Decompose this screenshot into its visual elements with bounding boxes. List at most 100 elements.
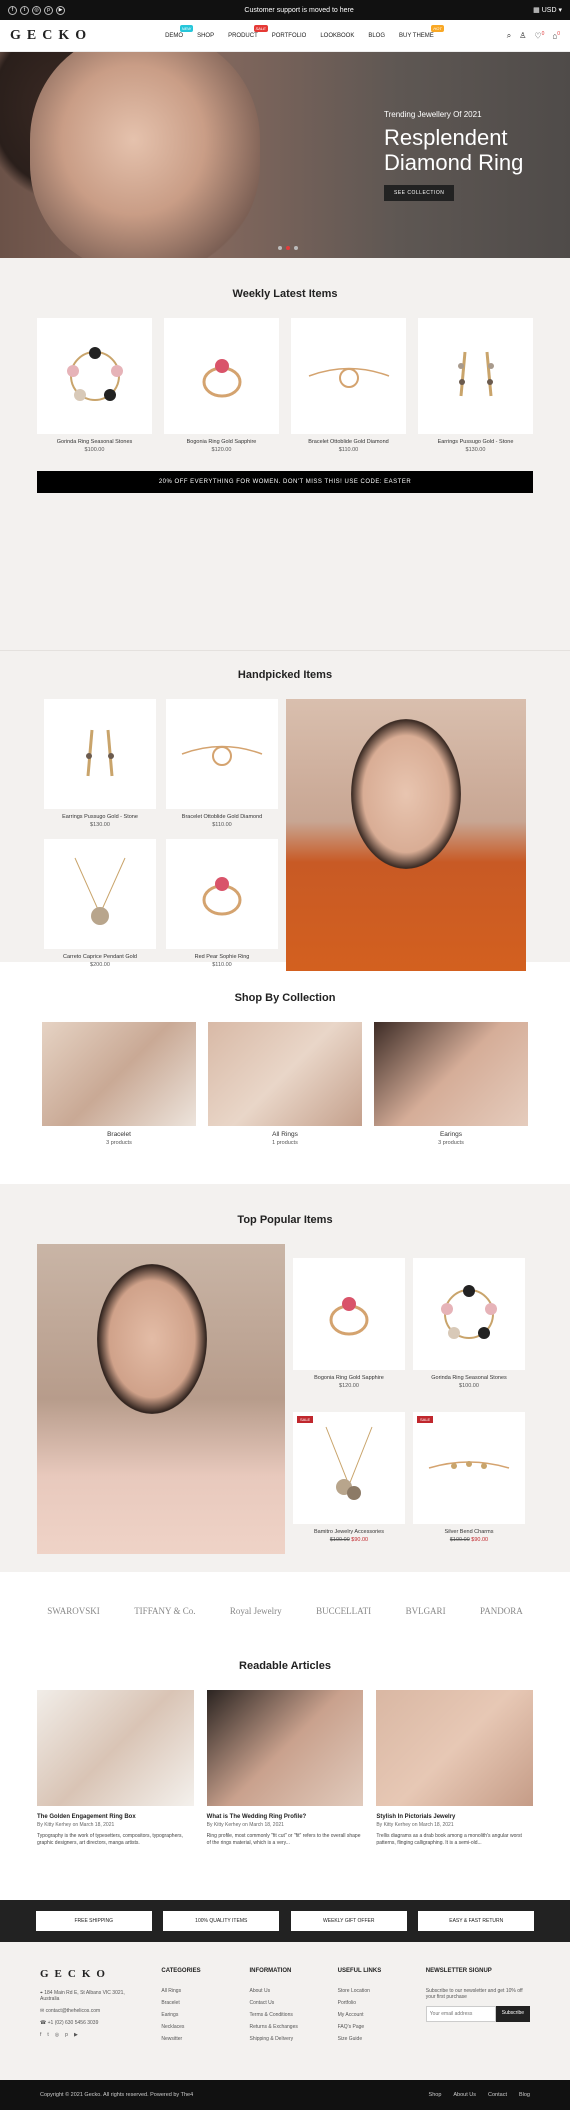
footer-link[interactable]: Shipping & Delivery [250, 2036, 308, 2042]
subscribe-button[interactable]: Subscribe [495, 2006, 531, 2022]
product-card[interactable]: Bracelet Ottoblide Gold Diamond $110.00 [291, 318, 406, 453]
collection-image[interactable] [42, 1022, 196, 1126]
product-image[interactable] [44, 839, 156, 949]
product-name[interactable]: Bogonia Ring Gold Sapphire [293, 1375, 405, 1381]
footer-link[interactable]: Newsitter [161, 2036, 219, 2042]
article-image[interactable] [206, 1690, 364, 1806]
product-card[interactable]: Gorinda Ring Seasonal Stones $100.00 [413, 1258, 525, 1400]
article-image[interactable] [376, 1690, 534, 1806]
footer-link[interactable]: FAQ's Page [338, 2024, 396, 2030]
footer-link[interactable]: Earings [161, 2012, 219, 2018]
footer-link[interactable]: Size Guide [338, 2036, 396, 2042]
product-name[interactable]: Earrings Pussugo Gold - Stone [418, 439, 533, 445]
product-card[interactable]: Red Pear Sophie Ring $110.00 [166, 839, 278, 971]
article-image[interactable] [37, 1690, 194, 1806]
collection-card[interactable]: Bracelet 3 products [42, 1022, 196, 1146]
product-image[interactable] [413, 1258, 525, 1370]
pinterest-icon[interactable]: p [65, 2032, 68, 2038]
search-icon[interactable]: ⌕ [507, 31, 511, 41]
article-title[interactable]: Stylish In Pictorials Jewelry [376, 1814, 533, 1820]
footer-bottom-link[interactable]: About Us [453, 2092, 476, 2098]
article-card[interactable]: The Golden Engagement Ring Box By Kitty … [37, 1690, 194, 1847]
promo-banner[interactable]: 20% OFF EVERYTHING FOR WOMEN. DON'T MISS… [37, 471, 533, 493]
brand-logo-swarovski[interactable]: SWAROVSKI [47, 1606, 100, 1616]
product-name[interactable]: Gorinda Ring Seasonal Stones [37, 439, 152, 445]
article-card[interactable]: What is The Wedding Ring Profile? By Kit… [206, 1690, 364, 1847]
product-card[interactable]: SALE Silver Bend Charms $100.00 $90.00 [413, 1412, 525, 1554]
article-title[interactable]: What is The Wedding Ring Profile? [207, 1814, 364, 1820]
product-name[interactable]: Bracelet Ottoblide Gold Diamond [166, 814, 278, 820]
facebook-icon[interactable]: f [40, 2032, 41, 2038]
nav-item-blog[interactable]: BLOG [368, 33, 385, 39]
footer-link[interactable]: About Us [250, 1988, 308, 1994]
collection-image[interactable] [374, 1022, 528, 1126]
footer-link[interactable]: Contact Us [250, 2000, 308, 2006]
footer-link[interactable]: All Rings [161, 1988, 219, 1994]
footer-bottom-link[interactable]: Blog [519, 2092, 530, 2098]
article-card[interactable]: Stylish In Pictorials Jewelry By Kitty K… [376, 1690, 534, 1847]
product-image[interactable] [37, 318, 152, 434]
nav-item-buy-theme[interactable]: BUY THEME HOT [399, 24, 444, 39]
footer-bottom-link[interactable]: Shop [429, 2092, 442, 2098]
product-image[interactable] [164, 318, 279, 434]
collection-image[interactable] [208, 1022, 362, 1126]
footer-link[interactable]: Returns & Exchanges [250, 2024, 308, 2030]
product-image[interactable] [418, 318, 533, 434]
collection-name[interactable]: All Rings [208, 1131, 362, 1138]
brand-logo-royal-jewelry[interactable]: Royal Jewelry [230, 1606, 282, 1616]
product-card[interactable]: Carreto Caprice Pendant Gold $200.00 [44, 839, 156, 971]
product-name[interactable]: Red Pear Sophie Ring [166, 954, 278, 960]
product-card[interactable]: Earrings Pussugo Gold - Stone $130.00 [44, 699, 156, 831]
product-image[interactable]: SALE [413, 1412, 525, 1524]
brand-logo-tiffany[interactable]: TIFFANY & Co. [134, 1606, 195, 1616]
instagram-icon[interactable]: ◎ [32, 5, 41, 15]
nav-item-demo[interactable]: DEMO NEW [165, 24, 194, 39]
product-card[interactable]: Bogonia Ring Gold Sapphire $120.00 [164, 318, 279, 453]
wishlist-icon[interactable]: ♡0 [534, 31, 544, 41]
product-card[interactable]: Bogonia Ring Gold Sapphire $120.00 [293, 1258, 405, 1400]
footer-phone[interactable]: ☎ +1 (02) 630 5456 3039 [40, 2020, 131, 2026]
product-image[interactable] [291, 318, 406, 434]
product-card[interactable]: Earrings Pussugo Gold - Stone $130.00 [418, 318, 533, 453]
product-name[interactable]: Bogonia Ring Gold Sapphire [164, 439, 279, 445]
article-title[interactable]: The Golden Engagement Ring Box [37, 1814, 194, 1820]
product-card[interactable]: Gorinda Ring Seasonal Stones $100.00 [37, 318, 152, 453]
footer-logo[interactable]: GECKO [40, 1968, 131, 1980]
footer-link[interactable]: My Account [338, 2012, 396, 2018]
slider-dot[interactable] [294, 246, 298, 250]
newsletter-email-input[interactable] [425, 2006, 496, 2022]
product-name[interactable]: Carreto Caprice Pendant Gold [44, 954, 156, 960]
brand-logo-buccellati[interactable]: BUCCELLATI [316, 1606, 371, 1616]
product-card[interactable]: SALE Bamitro Jewelry Accessories $100.00… [293, 1412, 405, 1554]
collection-name[interactable]: Bracelet [42, 1131, 196, 1138]
twitter-icon[interactable]: t [20, 5, 29, 15]
product-name[interactable]: Gorinda Ring Seasonal Stones [413, 1375, 525, 1381]
currency-selector[interactable]: ▦ USD ▾ [533, 6, 562, 14]
product-image[interactable] [166, 839, 278, 949]
product-image[interactable] [166, 699, 278, 809]
nav-item-product[interactable]: PRODUCT SALE [228, 24, 268, 39]
footer-link[interactable]: Terms & Conditions [250, 2012, 308, 2018]
footer-link[interactable]: Store Location [338, 1988, 396, 1994]
nav-item-shop[interactable]: SHOP [197, 33, 214, 39]
collection-name[interactable]: Earings [374, 1131, 528, 1138]
product-image[interactable]: SALE [293, 1412, 405, 1524]
see-collection-button[interactable]: SEE COLLECTION [384, 185, 455, 201]
account-icon[interactable]: ♙ [519, 31, 526, 41]
product-image[interactable] [293, 1258, 405, 1370]
nav-item-lookbook[interactable]: LOOKBOOK [320, 33, 354, 39]
product-name[interactable]: Silver Bend Charms [413, 1529, 525, 1535]
footer-link[interactable]: Bracelet [161, 2000, 219, 2006]
footer-bottom-link[interactable]: Contact [488, 2092, 507, 2098]
product-name[interactable]: Earrings Pussugo Gold - Stone [44, 814, 156, 820]
instagram-icon[interactable]: ◎ [55, 2032, 59, 2038]
product-name[interactable]: Bamitro Jewelry Accessories [293, 1529, 405, 1535]
pinterest-icon[interactable]: p [44, 5, 53, 15]
slider-dot-active[interactable] [286, 246, 290, 250]
cart-icon[interactable]: ⌂0 [552, 31, 560, 41]
brand-logo-bvlgari[interactable]: BVLGARI [406, 1606, 446, 1616]
collection-card[interactable]: All Rings 1 products [208, 1022, 362, 1146]
youtube-icon[interactable]: ▶ [56, 5, 65, 15]
footer-link[interactable]: Necklaces [161, 2024, 219, 2030]
footer-email[interactable]: ✉ contact@thehelicos.com [40, 2008, 131, 2014]
